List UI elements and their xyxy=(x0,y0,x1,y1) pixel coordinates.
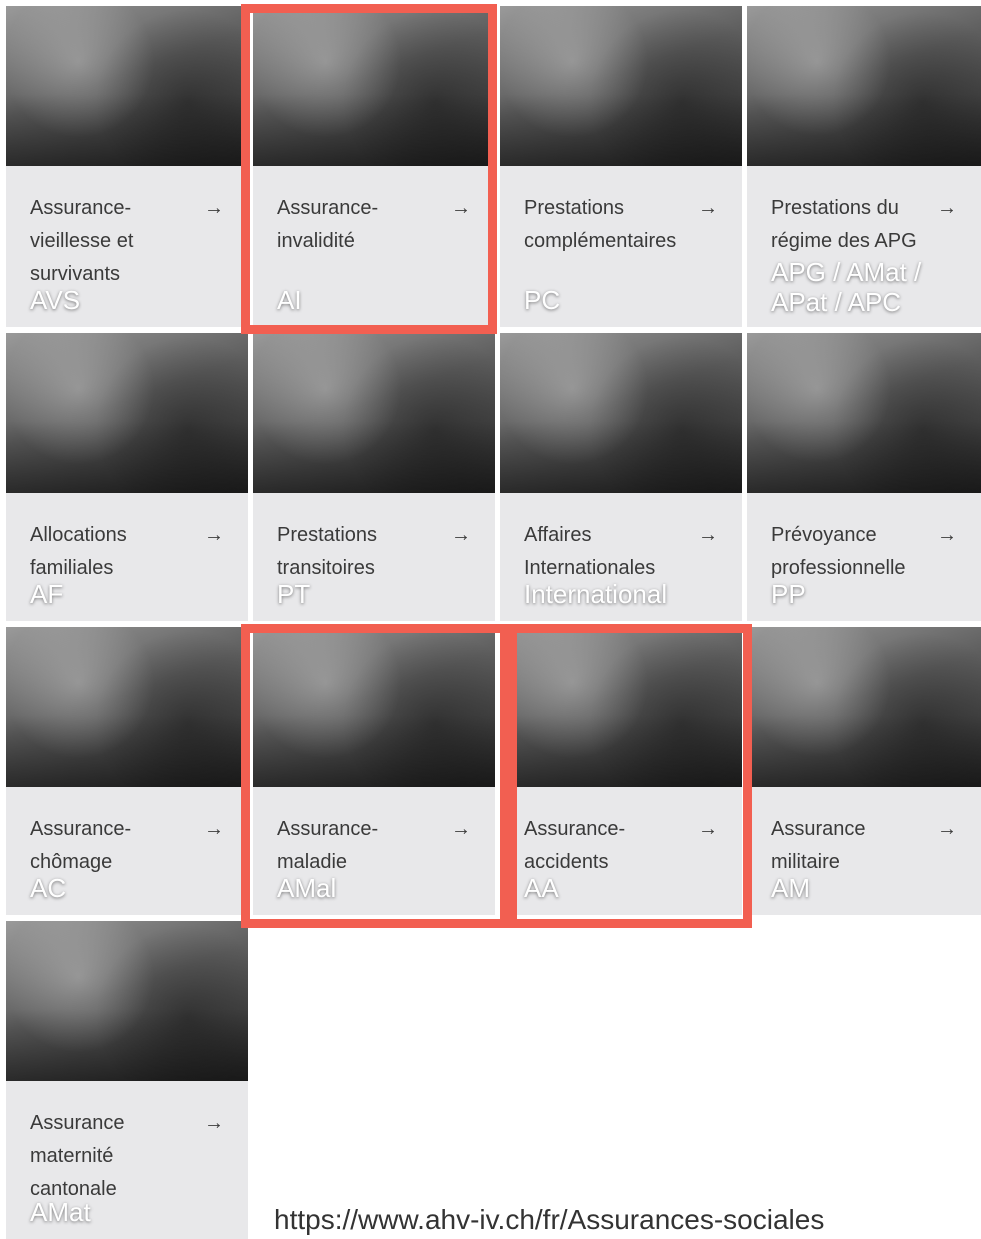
tile-pt[interactable]: PT Prestations transitoires → xyxy=(253,333,495,621)
tile-description: Prestations transitoires xyxy=(277,524,378,579)
arrow-right-icon: → xyxy=(204,524,224,546)
pp-image xyxy=(747,333,981,493)
pt-image xyxy=(253,333,495,493)
amal-image xyxy=(253,627,495,787)
am-image xyxy=(747,627,981,787)
tile-avs[interactable]: AVS Assurance-vieillesse et survivants → xyxy=(6,6,248,327)
arrow-right-icon: → xyxy=(937,524,957,546)
source-url: https://www.ahv-iv.ch/fr/Assurances-soci… xyxy=(274,1204,825,1235)
tile-description: Assurance militaire xyxy=(771,818,866,873)
tile-am[interactable]: AM Assurance militaire → xyxy=(747,627,981,915)
international-image xyxy=(500,333,742,493)
tile-apg[interactable]: APG / AMat / APat / APC Prestations du r… xyxy=(747,6,981,327)
arrow-right-icon: → xyxy=(451,524,471,546)
arrow-right-icon: → xyxy=(937,197,957,219)
aa-image xyxy=(500,627,742,787)
avs-image xyxy=(6,6,248,166)
arrow-right-icon: → xyxy=(451,818,471,840)
arrow-right-icon: → xyxy=(204,197,224,219)
tile-ai[interactable]: AI Assurance-invalidité → xyxy=(253,6,495,327)
af-image xyxy=(6,333,248,493)
ai-image xyxy=(253,6,495,166)
arrow-right-icon: → xyxy=(451,197,471,219)
tile-description: Assurance-accidents xyxy=(524,818,626,873)
amat-image xyxy=(6,921,248,1081)
tile-amal[interactable]: AMal Assurance-maladie → xyxy=(253,627,495,915)
tile-description: Prestations complémentaires xyxy=(524,197,677,252)
tile-code: APG / AMat / APat / APC xyxy=(771,257,922,317)
apg-image xyxy=(747,6,981,166)
tile-description: Affaires Internationales xyxy=(524,524,656,579)
arrow-right-icon: → xyxy=(937,818,957,840)
tile-description: Prévoyance professionnelle xyxy=(771,524,906,579)
arrow-right-icon: → xyxy=(204,818,224,840)
tile-description: Assurance-invalidité xyxy=(277,197,379,252)
tile-code: PC xyxy=(524,285,561,315)
pc-image xyxy=(500,6,742,166)
tile-description: Prestations du régime des APG xyxy=(771,197,917,252)
tile-pp[interactable]: PP Prévoyance professionnelle → xyxy=(747,333,981,621)
tile-international[interactable]: International Affaires Internationales → xyxy=(500,333,742,621)
tile-description: Assurance-vieillesse et survivants xyxy=(30,197,134,285)
tile-code: AI xyxy=(277,285,302,315)
tile-af[interactable]: AF Allocations familiales → xyxy=(6,333,248,621)
tile-amat[interactable]: AMat Assurance maternité cantonale → xyxy=(6,921,248,1239)
arrow-right-icon: → xyxy=(698,197,718,219)
tile-ac[interactable]: AC Assurance-chômage → xyxy=(6,627,248,915)
arrow-right-icon: → xyxy=(698,524,718,546)
tile-description: Assurance-maladie xyxy=(277,818,379,873)
tile-aa[interactable]: AA Assurance-accidents → xyxy=(500,627,742,915)
tile-description: Allocations familiales xyxy=(30,524,127,579)
tile-description: Assurance maternité cantonale xyxy=(30,1112,125,1200)
tile-pc[interactable]: PC Prestations complémentaires → xyxy=(500,6,742,327)
arrow-right-icon: → xyxy=(204,1112,224,1134)
tile-description: Assurance-chômage xyxy=(30,818,132,873)
ac-image xyxy=(6,627,248,787)
arrow-right-icon: → xyxy=(698,818,718,840)
